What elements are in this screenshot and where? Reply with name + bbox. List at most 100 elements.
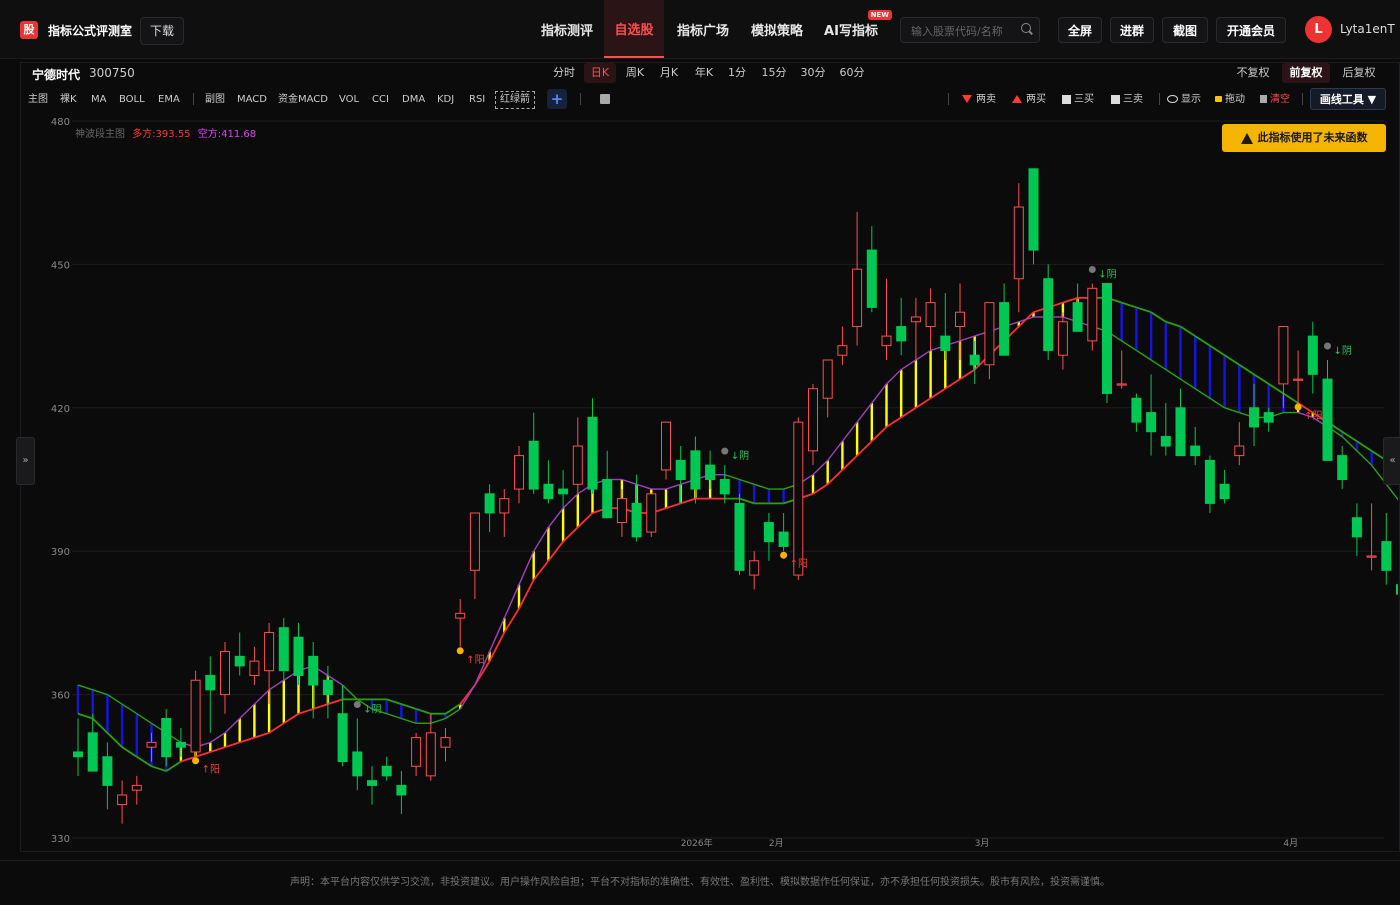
candle-body [1396, 584, 1398, 595]
expand-right-panel-button[interactable]: « [1383, 437, 1400, 485]
tool-drag[interactable]: 拖动 [1215, 90, 1245, 110]
period-15min[interactable]: 15分 [757, 63, 791, 83]
indicator-vol[interactable]: VOL [339, 90, 359, 110]
period-60min[interactable]: 60分 [835, 63, 869, 83]
candle-body [528, 440, 539, 490]
candle-body [955, 311, 965, 328]
indicator-rsi[interactable]: RSI [469, 90, 485, 110]
legend-long-value: 多方:393.55 [132, 129, 191, 140]
candle-body [337, 713, 348, 763]
long-line-segment [1062, 297, 1078, 304]
long-line-segment [577, 512, 594, 528]
app-logo[interactable]: 股 [20, 21, 38, 39]
short-line-segment [1341, 435, 1358, 452]
short-line-segment [1385, 483, 1398, 501]
short-line-segment [724, 474, 740, 481]
username[interactable]: Lyta1enT [1340, 22, 1395, 36]
candle-body [940, 335, 951, 351]
period-intraday[interactable]: 分时 [548, 63, 580, 83]
short-line-segment [562, 493, 579, 509]
stock-search-box[interactable] [900, 17, 1040, 43]
user-avatar[interactable]: L [1305, 16, 1332, 43]
indicator-ema[interactable]: EMA [158, 90, 180, 110]
short-line-segment [268, 679, 285, 691]
candle-body [925, 302, 936, 328]
warning-icon [1240, 132, 1253, 144]
candle-body [793, 421, 804, 576]
screenshot-button[interactable]: 截图 [1162, 17, 1208, 43]
indicator-macd[interactable]: MACD [237, 90, 267, 110]
long-line-segment [210, 746, 226, 753]
indicator-main-chart[interactable]: 主图 [28, 90, 48, 110]
candle-body [1028, 168, 1039, 251]
candle-body [1293, 378, 1304, 381]
candlestick-chart[interactable]: 330 360 390 420 450 480 2026年 2月 3月 4月 ↑阳 ↓阴 ↑阳 ↓阴 ↑阳 ↓… [22, 113, 1398, 848]
nav-watchlist[interactable]: 自选股 [604, 0, 664, 58]
indicator-dma[interactable]: DMA [402, 90, 425, 110]
indicator-sub-chart[interactable]: 副图 [205, 90, 225, 110]
adjust-none[interactable]: 不复权 [1230, 63, 1276, 83]
stock-search-input[interactable] [909, 22, 1023, 40]
long-line-segment [856, 440, 873, 457]
period-daily[interactable]: 日K [584, 63, 616, 83]
fullscreen-button[interactable]: 全屏 [1058, 17, 1102, 43]
long-line-segment [327, 698, 343, 706]
indicator-fund-macd[interactable]: 资金MACD [278, 90, 328, 110]
sell-arrow-icon [962, 95, 972, 103]
download-button[interactable]: 下载 [140, 17, 184, 45]
period-yearly[interactable]: 年K [689, 63, 719, 83]
chart-svg[interactable]: 330 360 390 420 450 480 2026年 2月 3月 4月 ↑阳 ↓阴 ↑阳 ↓阴 ↑阳 ↓… [22, 113, 1398, 848]
period-1min[interactable]: 1分 [723, 63, 751, 83]
brand-name[interactable]: 指标公式评测室 [48, 22, 132, 39]
nav-indicator-square[interactable]: 指标广场 [668, 0, 738, 58]
tool-two-buy[interactable]: 两买 [1012, 90, 1046, 110]
short-line-segment [533, 526, 549, 552]
long-line-segment [518, 579, 535, 609]
future-function-warning[interactable]: 此指标使用了未来函数 [1222, 124, 1386, 152]
stock-code: 300750 [89, 66, 135, 80]
expand-left-panel-button[interactable]: » [16, 437, 35, 485]
long-line-segment [415, 708, 432, 715]
candle-body [675, 459, 686, 481]
open-membership-button[interactable]: 开通会员 [1216, 17, 1286, 43]
drawing-tools-dropdown[interactable]: 画线工具 ▼ [1310, 88, 1386, 110]
long-line-segment [121, 746, 138, 758]
long-line-segment [871, 426, 888, 442]
candle-body [631, 502, 642, 538]
top-navigation-bar: 股 指标公式评测室 下载 指标测评 自选股 指标广场 模拟策略 AI写指标 NE… [0, 0, 1400, 59]
tool-three-sell[interactable]: 三卖 [1111, 90, 1143, 110]
long-line-segment [1121, 301, 1137, 309]
indicator-boll[interactable]: BOLL [119, 90, 145, 110]
long-line-segment [930, 387, 946, 399]
short-line-segment [107, 694, 123, 705]
candle-body [1381, 541, 1392, 571]
indicator-naked-k[interactable]: 裸K [60, 90, 77, 110]
period-weekly[interactable]: 周K [620, 63, 650, 83]
tool-show[interactable]: 显示 [1167, 90, 1201, 110]
adjust-forward[interactable]: 前复权 [1282, 63, 1330, 83]
indicator-red-green-arrow[interactable]: 红绿箭 [495, 91, 535, 109]
nav-ai-write-indicator[interactable]: AI写指标 NEW [818, 0, 892, 58]
y-tick-label: 450 [51, 260, 70, 271]
candle-body [572, 445, 583, 485]
search-icon[interactable] [1021, 23, 1031, 33]
nav-indicator-review[interactable]: 指标测评 [532, 0, 602, 58]
tool-two-sell[interactable]: 两卖 [962, 90, 996, 110]
period-30min[interactable]: 30分 [796, 63, 830, 83]
indicator-kdj[interactable]: KDJ [437, 90, 454, 110]
candle-body [234, 655, 245, 667]
join-group-button[interactable]: 进群 [1110, 17, 1154, 43]
period-monthly[interactable]: 月K [654, 63, 684, 83]
save-icon[interactable] [600, 94, 610, 104]
long-line-segment [900, 407, 917, 419]
tool-three-buy[interactable]: 三买 [1062, 90, 1094, 110]
add-indicator-button[interactable]: + [547, 89, 567, 109]
tool-clear[interactable]: 清空 [1260, 90, 1290, 110]
indicator-cci[interactable]: CCI [372, 90, 389, 110]
candle-body [543, 483, 554, 500]
indicator-ma[interactable]: MA [91, 90, 106, 110]
candle-body [102, 756, 113, 786]
adjust-backward[interactable]: 后复权 [1336, 63, 1382, 83]
long-line-segment [1268, 383, 1284, 395]
nav-simulation-strategy[interactable]: 模拟策略 [742, 0, 812, 58]
